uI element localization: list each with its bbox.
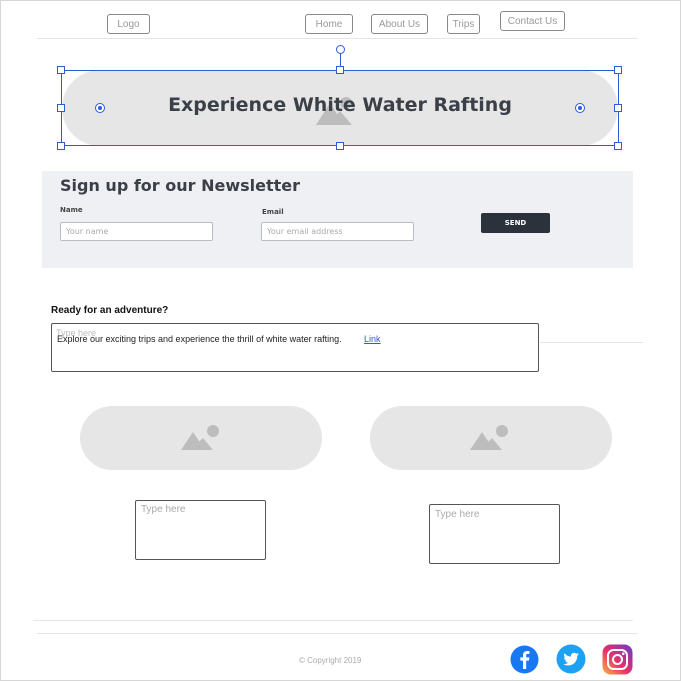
- copyright-text: © Copyright 2019: [299, 656, 362, 665]
- card-image-1-icon: [181, 425, 219, 450]
- email-input[interactable]: Your email address: [261, 222, 414, 241]
- resize-handle-s[interactable]: [336, 142, 344, 150]
- footer-divider-bottom: [37, 633, 638, 634]
- adventure-text: Explore our exciting trips and experienc…: [57, 334, 342, 344]
- resize-handle-w[interactable]: [57, 104, 65, 112]
- adventure-link[interactable]: Link: [364, 334, 381, 344]
- resize-handle-sw[interactable]: [57, 142, 65, 150]
- nav-home-button[interactable]: Home: [305, 14, 353, 34]
- newsletter-title: Sign up for our Newsletter: [60, 176, 301, 195]
- adventure-divider: [540, 342, 643, 343]
- card-text-placeholder-2: Type here: [435, 509, 480, 520]
- header-divider: [37, 38, 638, 39]
- email-label: Email: [262, 208, 284, 216]
- resize-handle-se[interactable]: [614, 142, 622, 150]
- resize-handle-n[interactable]: [336, 66, 344, 74]
- card-text-placeholder-1: Type here: [141, 504, 186, 515]
- nav-about-button[interactable]: About Us: [371, 14, 428, 34]
- logo-box[interactable]: Logo: [107, 14, 150, 34]
- rotate-handle[interactable]: [336, 45, 345, 54]
- corner-radius-handle-right[interactable]: [575, 103, 585, 113]
- resize-handle-nw[interactable]: [57, 66, 65, 74]
- resize-handle-ne[interactable]: [614, 66, 622, 74]
- adventure-text-box[interactable]: [51, 323, 539, 372]
- facebook-icon[interactable]: [510, 645, 539, 674]
- send-button[interactable]: SEND: [481, 213, 550, 233]
- instagram-icon[interactable]: [602, 644, 633, 675]
- footer-divider-top: [33, 620, 633, 621]
- corner-radius-handle-left[interactable]: [95, 103, 105, 113]
- resize-handle-e[interactable]: [614, 104, 622, 112]
- name-input[interactable]: Your name: [60, 222, 213, 241]
- name-label: Name: [60, 206, 83, 214]
- nav-trips-button[interactable]: Trips: [447, 14, 480, 34]
- twitter-icon[interactable]: [556, 644, 586, 674]
- adventure-heading: Ready for an adventure?: [51, 305, 169, 316]
- nav-contact-button[interactable]: Contact Us: [500, 11, 565, 31]
- card-image-2-icon: [470, 425, 508, 450]
- selection-box: [61, 70, 619, 146]
